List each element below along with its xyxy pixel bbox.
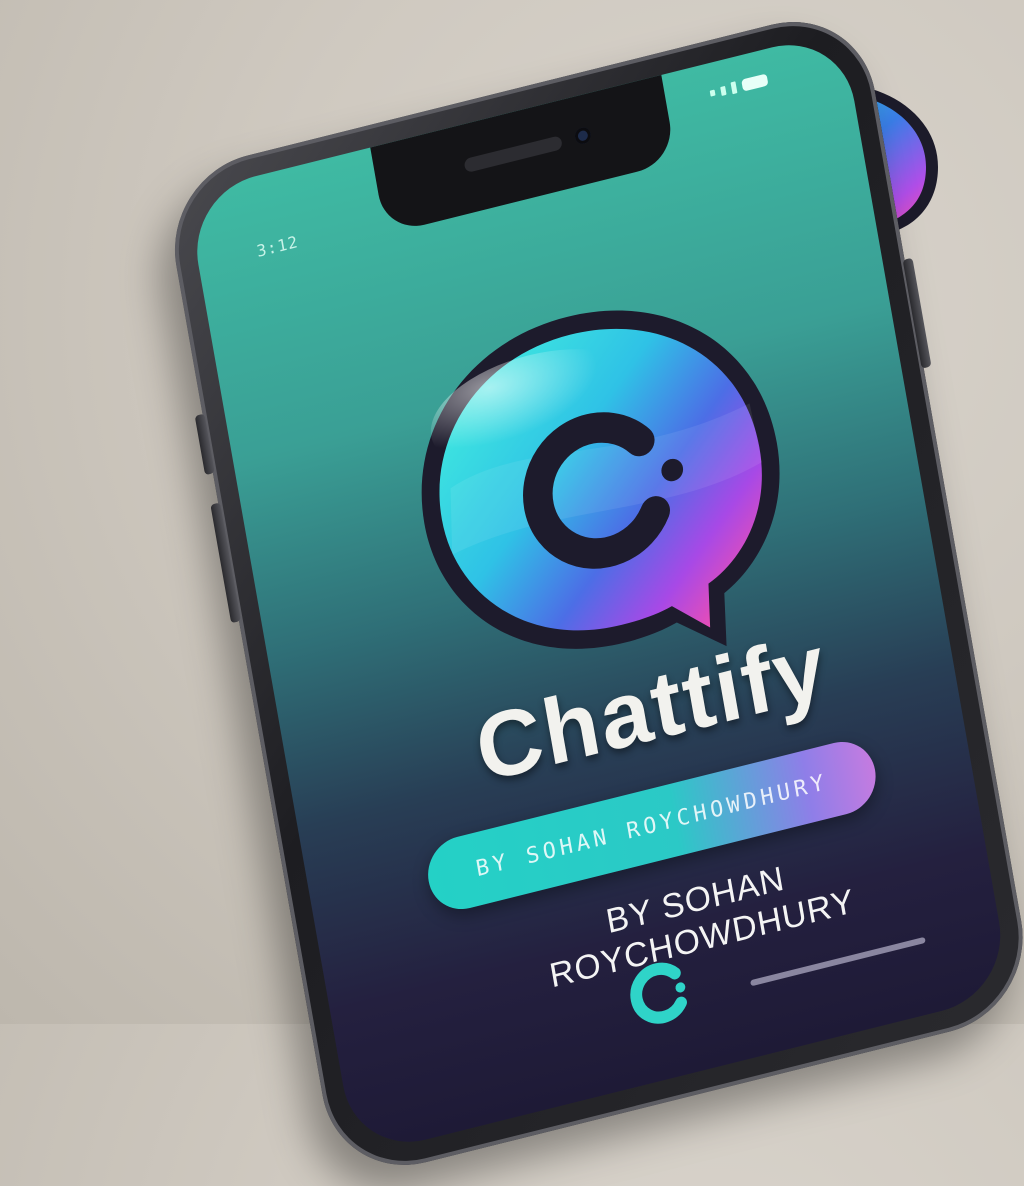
status-indicators	[709, 73, 769, 99]
signal-icon	[730, 81, 738, 95]
battery-icon	[741, 73, 769, 92]
volume-down-button[interactable]	[210, 502, 241, 624]
status-time: 3:12	[255, 231, 300, 261]
signal-icon	[720, 85, 727, 96]
power-button[interactable]	[902, 257, 932, 369]
notch	[369, 72, 677, 235]
front-camera-icon	[573, 125, 593, 146]
signal-icon	[709, 89, 716, 97]
phone-screen: 3:12 Chattify BY SOHAN ROYCHOWDHURY BY S…	[185, 29, 1012, 1158]
home-indicator[interactable]	[750, 936, 926, 987]
speaker-grill	[463, 135, 563, 174]
volume-up-button[interactable]	[194, 413, 215, 476]
c-logo-icon	[630, 962, 687, 1024]
